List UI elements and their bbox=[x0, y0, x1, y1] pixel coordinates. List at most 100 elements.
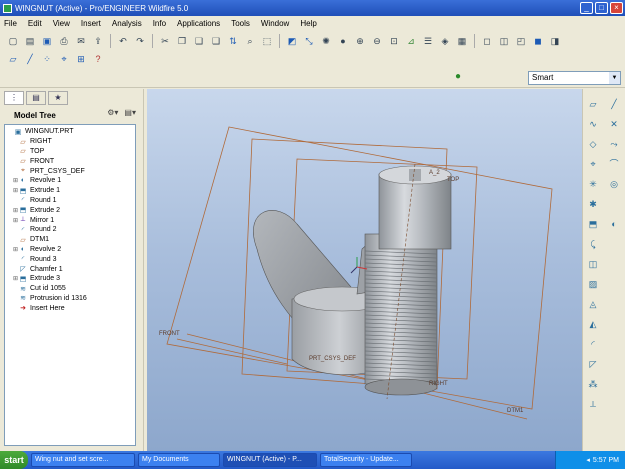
menu-info[interactable]: Info bbox=[153, 19, 166, 28]
tree-item[interactable]: ⊞ ⬒ Extrude 2 bbox=[5, 205, 135, 215]
datum-plane-tool-icon[interactable]: ▱ bbox=[586, 97, 600, 111]
graphics-window[interactable]: TOP A_2 FRONT RIGHT DTM1 PRT_CSYS_DEF bbox=[147, 89, 582, 451]
view-manager-icon[interactable]: ▦ bbox=[455, 34, 469, 48]
label-csys[interactable]: PRT_CSYS_DEF bbox=[309, 356, 356, 362]
draft-tool-icon[interactable]: ◭ bbox=[586, 317, 600, 331]
open-folder-icon[interactable]: ▤ bbox=[23, 34, 37, 48]
tree-item[interactable]: ▱ TOP bbox=[5, 147, 135, 157]
datum-axis-display-icon[interactable]: ╱ bbox=[23, 52, 37, 66]
revolve-tool-icon[interactable]: ◐ bbox=[607, 217, 621, 231]
new-file-icon[interactable]: ▢ bbox=[6, 34, 20, 48]
menu-window[interactable]: Window bbox=[261, 19, 289, 28]
tree-item[interactable]: ⊞ ⬒ Extrude 3 bbox=[5, 274, 135, 284]
tree-settings-icon[interactable]: ⚙▾ bbox=[107, 108, 118, 117]
mirror-tool-icon[interactable]: ⟂ bbox=[586, 397, 600, 411]
tab-favorites[interactable]: ★ bbox=[48, 91, 68, 105]
display-style-icon[interactable]: ◨ bbox=[548, 34, 562, 48]
sweep-tool-icon[interactable]: ⤹ bbox=[586, 237, 600, 251]
hole-tool-icon[interactable]: ◫ bbox=[586, 257, 600, 271]
tree-item[interactable]: ≋ Protrusion id 1316 bbox=[5, 294, 135, 304]
find-icon[interactable]: ⌕ bbox=[243, 34, 257, 48]
tree-item[interactable]: ⊞ ⟂ Mirror 1 bbox=[5, 215, 135, 225]
label-right[interactable]: RIGHT bbox=[429, 381, 448, 387]
label-top[interactable]: TOP bbox=[447, 177, 459, 183]
sketch-tool-icon[interactable]: ∿ bbox=[586, 117, 600, 131]
start-button[interactable]: start bbox=[0, 451, 28, 469]
curve-tool-icon[interactable]: ⤳ bbox=[607, 137, 621, 151]
curve-icon[interactable]: ⤡ bbox=[302, 34, 316, 48]
datum-plane-display-icon[interactable]: ▱ bbox=[6, 52, 20, 66]
close-button[interactable]: × bbox=[610, 2, 623, 14]
menu-view[interactable]: View bbox=[53, 19, 70, 28]
datum-point-tool-icon[interactable]: ✕ bbox=[607, 117, 621, 131]
extrude-tool-icon[interactable]: ⬒ bbox=[586, 217, 600, 231]
expand-icon[interactable]: ⊞ bbox=[12, 217, 19, 224]
round-tool-icon[interactable]: ◜ bbox=[586, 337, 600, 351]
menu-edit[interactable]: Edit bbox=[28, 19, 42, 28]
tree-item[interactable]: ◸ Chamfer 1 bbox=[5, 264, 135, 274]
select-box-icon[interactable]: ⬚ bbox=[260, 34, 274, 48]
whats-this-icon[interactable]: ? bbox=[91, 52, 105, 66]
refit-icon[interactable]: ⊡ bbox=[387, 34, 401, 48]
tree-item[interactable]: ▱ RIGHT bbox=[5, 137, 135, 147]
tree-item[interactable]: ≋ Cut id 1055 bbox=[5, 284, 135, 294]
orient-icon[interactable]: ⊿ bbox=[404, 34, 418, 48]
menu-file[interactable]: File bbox=[4, 19, 17, 28]
plane-tool-icon[interactable]: ◇ bbox=[586, 137, 600, 151]
label-dtm1[interactable]: DTM1 bbox=[507, 408, 524, 414]
redo-icon[interactable]: ↷ bbox=[133, 34, 147, 48]
task-button[interactable]: Wing nut and set scre... bbox=[31, 453, 135, 467]
cut-icon[interactable]: ✂ bbox=[158, 34, 172, 48]
spin-center-icon[interactable]: ⊞ bbox=[74, 52, 88, 66]
menu-insert[interactable]: Insert bbox=[81, 19, 101, 28]
regenerate-icon[interactable]: ⇅ bbox=[226, 34, 240, 48]
saved-views-icon[interactable]: ☰ bbox=[421, 34, 435, 48]
expand-icon[interactable]: ⊞ bbox=[12, 275, 19, 282]
tree-item[interactable]: ▱ FRONT bbox=[5, 156, 135, 166]
shell-tool-icon[interactable]: ▨ bbox=[586, 277, 600, 291]
shaded-icon[interactable]: ◼ bbox=[531, 34, 545, 48]
csys-tool-icon[interactable]: ⌖ bbox=[586, 157, 600, 171]
expand-icon[interactable]: ⊞ bbox=[12, 246, 19, 253]
tree-item[interactable]: ▣ WINGNUT.PRT bbox=[5, 127, 135, 137]
pattern-tool-icon[interactable]: ⁂ bbox=[586, 377, 600, 391]
print-icon[interactable]: ⎙ bbox=[57, 34, 71, 48]
menu-applications[interactable]: Applications bbox=[177, 19, 220, 28]
menu-help[interactable]: Help bbox=[300, 19, 316, 28]
tree-item[interactable]: ➜ Insert Here bbox=[5, 303, 135, 313]
paste-icon[interactable]: ❏ bbox=[192, 34, 206, 48]
tree-item[interactable]: ◜ Round 1 bbox=[5, 196, 135, 206]
selection-filter-select[interactable]: Smart ▼ bbox=[528, 71, 621, 85]
tab-model-tree[interactable]: ⋮ bbox=[4, 91, 24, 105]
show-menu-icon[interactable]: ▤▾ bbox=[124, 108, 136, 117]
datum-axis-tool-icon[interactable]: ╱ bbox=[607, 97, 621, 111]
model-canvas[interactable]: TOP A_2 FRONT RIGHT DTM1 PRT_CSYS_DEF bbox=[147, 89, 582, 451]
tab-folder-browser[interactable]: ▤ bbox=[26, 91, 46, 105]
chamfer-tool-icon[interactable]: ◸ bbox=[586, 357, 600, 371]
chevron-down-icon[interactable]: ▼ bbox=[609, 72, 620, 84]
expand-icon[interactable]: ⊞ bbox=[12, 177, 19, 184]
task-button[interactable]: TotalSecurity - Update... bbox=[320, 453, 412, 467]
send-icon[interactable]: ⇪ bbox=[91, 34, 105, 48]
shading-icon[interactable]: ● bbox=[336, 34, 350, 48]
layers-icon[interactable]: ◈ bbox=[438, 34, 452, 48]
expand-icon[interactable]: ⊞ bbox=[12, 187, 19, 194]
sketch-view-tool-icon[interactable]: ◎ bbox=[607, 177, 621, 191]
sketch-icon[interactable]: ◩ bbox=[285, 34, 299, 48]
task-button[interactable]: My Documents bbox=[138, 453, 220, 467]
offset-point-icon[interactable]: ✱ bbox=[586, 197, 600, 211]
label-front[interactable]: FRONT bbox=[159, 331, 180, 337]
tree-item[interactable]: ⊞ ◐ Revolve 1 bbox=[5, 176, 135, 186]
analysis-tool-icon[interactable]: ⌒ bbox=[607, 157, 621, 171]
tree-item[interactable]: ⊞ ⬒ Extrude 1 bbox=[5, 186, 135, 196]
copy-icon[interactable]: ❐ bbox=[175, 34, 189, 48]
tree-item[interactable]: ▱ DTM1 bbox=[5, 235, 135, 245]
tree-item[interactable]: ⌖ PRT_CSYS_DEF bbox=[5, 166, 135, 176]
task-button-active[interactable]: WINGNUT (Active) - P... bbox=[223, 453, 317, 467]
appearance-icon[interactable]: ✺ bbox=[319, 34, 333, 48]
wireframe-icon[interactable]: ◻ bbox=[480, 34, 494, 48]
maximize-button[interactable]: □ bbox=[595, 2, 608, 14]
no-hidden-icon[interactable]: ◰ bbox=[514, 34, 528, 48]
menu-analysis[interactable]: Analysis bbox=[112, 19, 142, 28]
zoom-in-icon[interactable]: ⊕ bbox=[353, 34, 367, 48]
